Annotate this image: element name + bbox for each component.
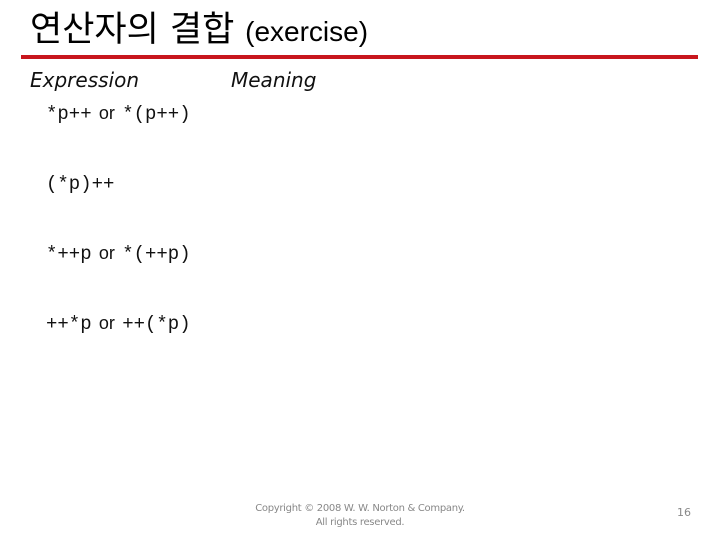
expression-equivalent-form: *(++p): [122, 243, 191, 265]
expression-equivalent-form: *(p++): [122, 103, 191, 125]
page-number: 16: [677, 506, 691, 519]
expression-connector: or: [98, 243, 115, 263]
expression-form: *p++: [46, 103, 92, 125]
rights-line: All rights reserved.: [315, 517, 405, 528]
slide: 연산자의 결합 (exercise) Expression Meaning *p…: [0, 0, 720, 540]
expression-row: (*p)++: [46, 172, 114, 196]
expression-row: *p++ or *(p++): [46, 101, 191, 126]
copyright-line: Copyright © 2008 W. W. Norton & Company.: [255, 503, 465, 514]
slide-title-korean: 연산자의 결합: [30, 10, 235, 50]
expression-connector: or: [98, 103, 115, 123]
slide-title-english: (exercise): [245, 16, 369, 47]
expression-form: ++*p: [46, 313, 92, 335]
footer-copyright: Copyright © 2008 W. W. Norton & Company.…: [240, 502, 480, 530]
slide-title: 연산자의 결합 (exercise): [30, 10, 368, 52]
expression-row: ++*p or ++(*p): [46, 311, 191, 336]
column-header-expression: Expression: [30, 68, 140, 92]
title-divider: [21, 55, 698, 59]
expression-form: *++p: [46, 243, 92, 265]
expression-equivalent-form: ++(*p): [122, 313, 191, 335]
expression-form: (*p)++: [46, 173, 115, 195]
column-header-meaning: Meaning: [231, 68, 317, 92]
expression-row: *++p or *(++p): [46, 241, 191, 266]
expression-connector: or: [98, 313, 115, 333]
